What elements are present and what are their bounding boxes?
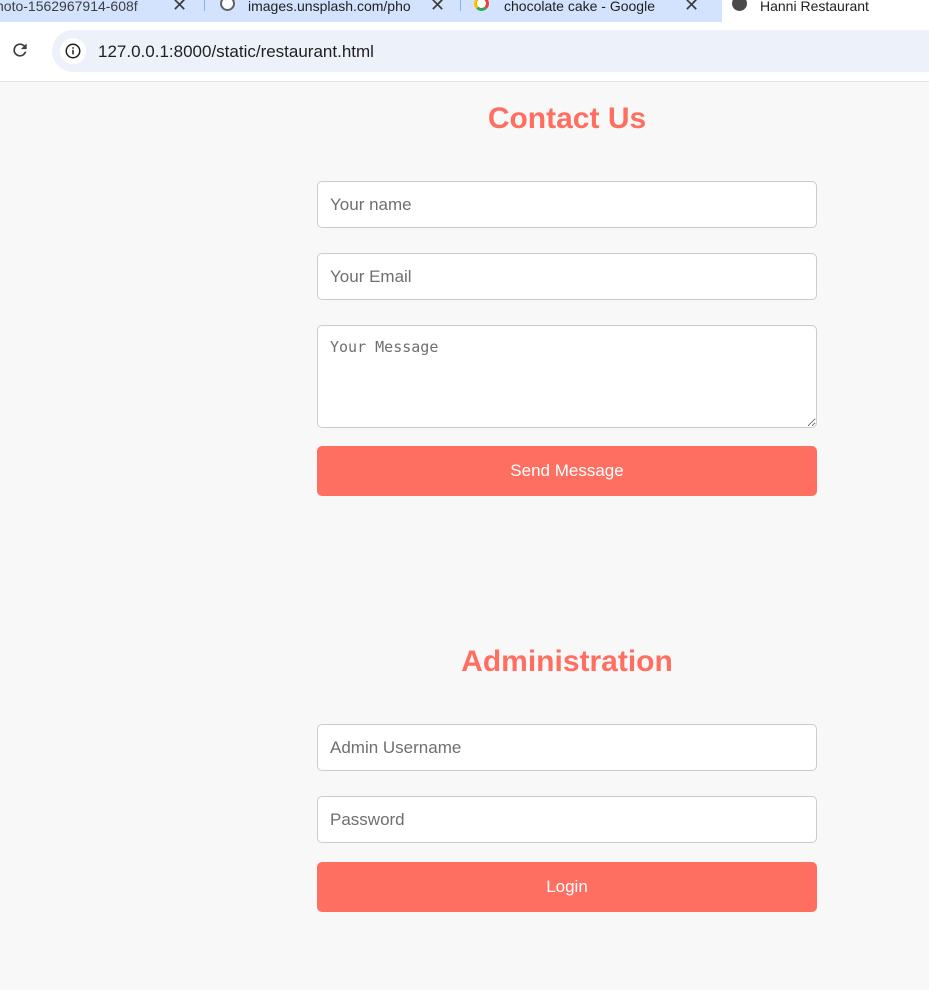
tab-divider	[460, 0, 461, 11]
close-icon[interactable]: ✕	[172, 0, 187, 14]
close-icon[interactable]: ✕	[684, 0, 699, 14]
admin-username-input[interactable]	[317, 724, 817, 771]
email-input[interactable]	[317, 253, 817, 300]
tab-active[interactable]: Hanni Restaurant	[722, 0, 929, 22]
tab-1[interactable]: hoto-1562967914-608f ✕	[0, 0, 196, 22]
google-icon	[474, 0, 489, 11]
close-icon[interactable]: ✕	[430, 0, 445, 14]
globe-icon	[732, 0, 747, 11]
globe-icon	[220, 0, 235, 11]
tab-title: images.unsplash.com/pho	[248, 0, 411, 14]
tab-title: hoto-1562967914-608f	[0, 0, 138, 14]
page-content: Contact Us Send Message Administration L…	[0, 82, 929, 990]
reload-icon[interactable]	[8, 38, 32, 62]
tab-title: chocolate cake - Google	[504, 0, 655, 14]
tab-divider	[204, 0, 205, 11]
login-button[interactable]: Login	[317, 862, 817, 912]
message-textarea[interactable]	[317, 325, 817, 428]
browser-toolbar: 127.0.0.1:8000/static/restaurant.html	[0, 22, 929, 82]
password-input[interactable]	[317, 796, 817, 843]
tab-2[interactable]: images.unsplash.com/pho ✕	[212, 0, 456, 22]
send-message-button[interactable]: Send Message	[317, 446, 817, 496]
url-text[interactable]: 127.0.0.1:8000/static/restaurant.html	[98, 42, 374, 62]
info-icon[interactable]	[60, 38, 86, 64]
name-input[interactable]	[317, 181, 817, 228]
contact-title: Contact Us	[487, 102, 647, 135]
tab-title: Hanni Restaurant	[760, 0, 869, 14]
tab-3[interactable]: chocolate cake - Google ✕	[466, 0, 716, 22]
admin-title: Administration	[461, 645, 673, 678]
address-bar[interactable]: 127.0.0.1:8000/static/restaurant.html	[52, 30, 929, 72]
tab-strip: hoto-1562967914-608f ✕ images.unsplash.c…	[0, 0, 929, 22]
